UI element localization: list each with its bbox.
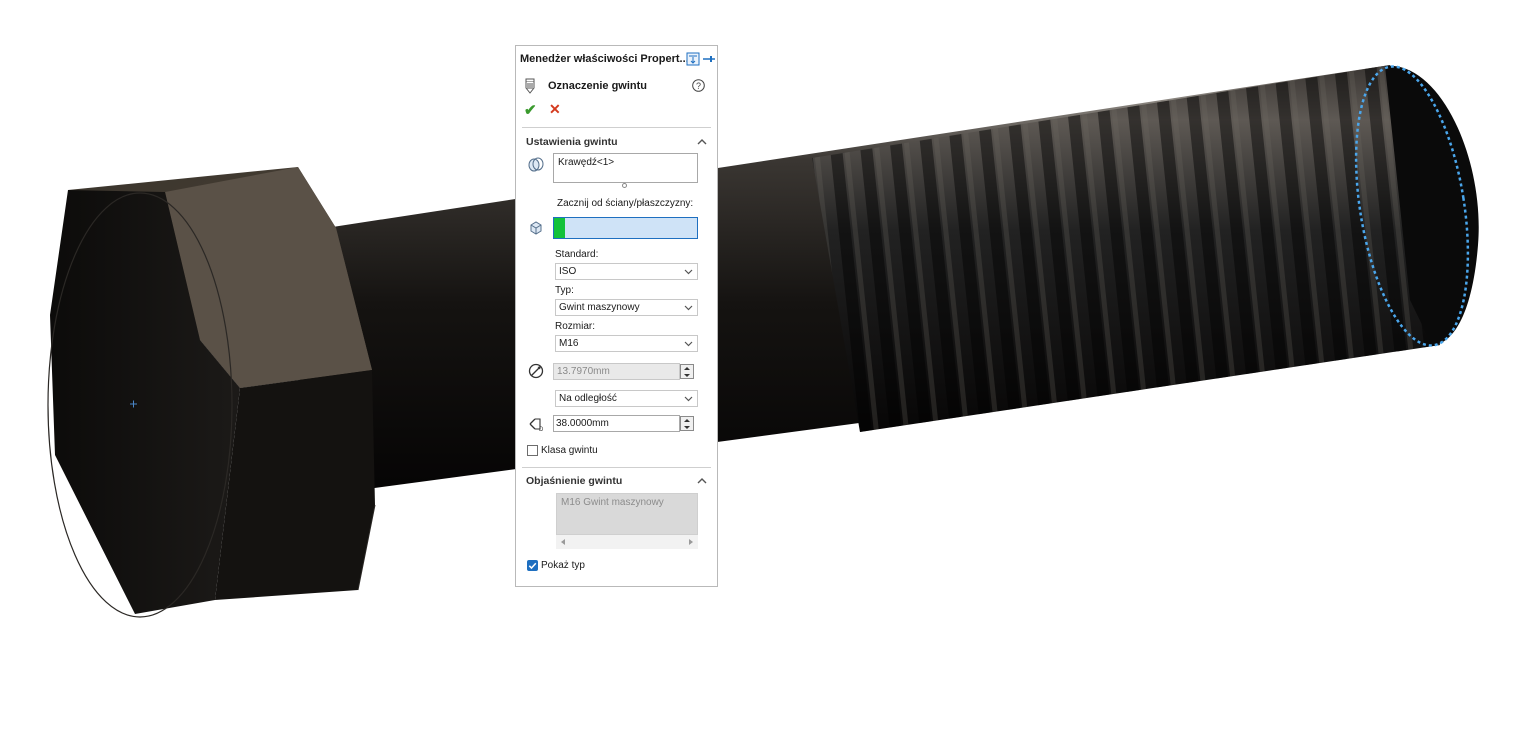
bolt-model[interactable] [0, 0, 1536, 726]
standard-value: ISO [559, 266, 577, 277]
selection-color-marker [554, 218, 565, 238]
panel-title: Menedżer właściwości Propert... [520, 53, 689, 65]
face-selection-icon [528, 220, 544, 236]
depth-icon: D [528, 416, 544, 433]
chevron-down-icon [684, 394, 693, 403]
minor-diameter-value: 13.7970mm [557, 366, 610, 377]
type-value: Gwint maszynowy [559, 302, 640, 313]
type-dropdown[interactable]: Gwint maszynowy [555, 299, 698, 316]
collapse-chevron-icon[interactable] [697, 476, 707, 486]
chevron-down-icon [684, 303, 693, 312]
ok-button[interactable]: ✔ [524, 101, 537, 119]
thread-callout-text: M16 Gwint maszynowy [561, 497, 664, 508]
end-condition-value: Na odległość [559, 393, 617, 404]
edge-selection-value: Krawędź<1> [558, 157, 615, 168]
svg-text:?: ? [696, 81, 701, 91]
thread-class-checkbox[interactable] [527, 445, 538, 456]
show-type-checkbox[interactable] [527, 560, 538, 571]
property-manager-panel: Menedżer właściwości Propert... Oznaczen… [515, 45, 718, 587]
list-resize-handle[interactable] [622, 183, 627, 188]
type-label: Typ: [555, 285, 574, 296]
svg-text:D: D [539, 427, 544, 432]
spin-down-icon[interactable] [681, 424, 693, 431]
help-icon[interactable]: ? [692, 79, 705, 92]
diameter-icon [528, 363, 544, 379]
expand-panel-icon[interactable] [686, 52, 700, 66]
standard-dropdown[interactable]: ISO [555, 263, 698, 280]
depth-spinner[interactable] [680, 416, 694, 431]
minor-diameter-field[interactable]: 13.7970mm [553, 363, 680, 380]
show-type-label: Pokaż typ [541, 560, 585, 571]
chevron-down-icon [684, 267, 693, 276]
horizontal-scrollbar[interactable] [556, 535, 698, 549]
collapse-chevron-icon[interactable] [697, 137, 707, 147]
divider [522, 127, 711, 128]
start-from-label: Zacznij od ściany/płaszczyzny: [557, 198, 694, 209]
thread-feature-icon [522, 78, 538, 94]
bolt-thread-ridges [812, 65, 1440, 432]
edge-selection-box[interactable]: Krawędź<1> [553, 153, 698, 183]
size-value: M16 [559, 338, 579, 349]
edge-selection-icon [528, 156, 544, 172]
graphics-area[interactable] [0, 0, 1536, 726]
end-condition-dropdown[interactable]: Na odległość [555, 390, 698, 407]
feature-title: Oznaczenie gwintu [548, 80, 648, 92]
divider [522, 467, 711, 468]
cancel-button[interactable]: ✕ [549, 101, 561, 118]
scroll-right-icon[interactable] [687, 538, 695, 546]
thread-settings-section-title: Ustawienia gwintu [526, 136, 618, 148]
standard-label: Standard: [555, 249, 599, 260]
thread-class-label: Klasa gwintu [541, 445, 598, 456]
size-dropdown[interactable]: M16 [555, 335, 698, 352]
depth-value: 38.0000mm [556, 418, 609, 429]
chevron-down-icon [684, 339, 693, 348]
thread-callout-textbox[interactable]: M16 Gwint maszynowy [556, 493, 698, 535]
depth-field[interactable]: 38.0000mm [553, 415, 680, 432]
scroll-left-icon[interactable] [559, 538, 567, 546]
minor-diameter-spinner[interactable] [680, 364, 694, 379]
thread-callout-section-title: Objaśnienie gwintu [526, 475, 623, 487]
checkmark-icon [528, 562, 537, 570]
hex-head-side [215, 370, 375, 600]
start-face-selection-box[interactable] [553, 217, 698, 239]
pin-icon[interactable] [702, 52, 716, 66]
size-label: Rozmiar: [555, 321, 596, 332]
spin-down-icon[interactable] [681, 372, 693, 379]
